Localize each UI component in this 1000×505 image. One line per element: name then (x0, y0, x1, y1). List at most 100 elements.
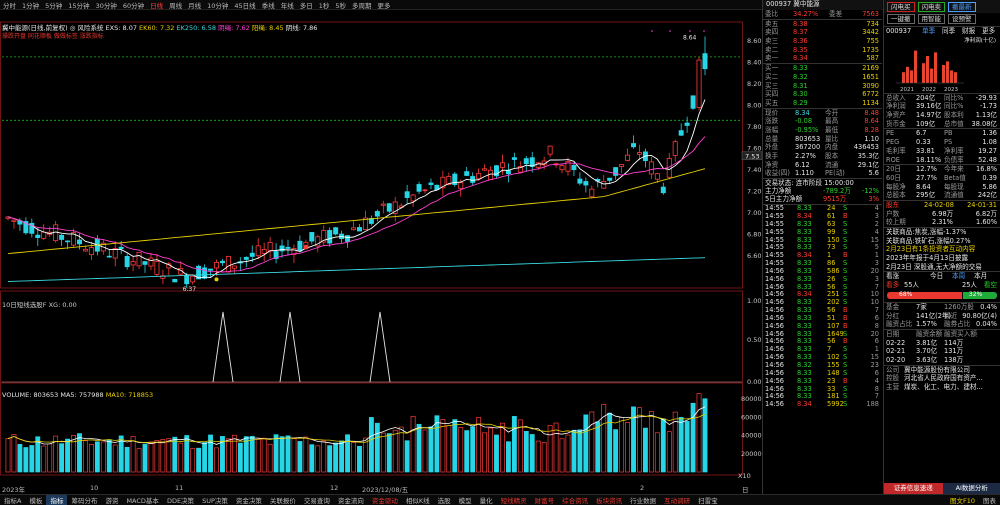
volume-bar (94, 441, 100, 473)
volume-bar (446, 425, 452, 473)
module-tab-8[interactable]: 短线精灵 (497, 495, 531, 505)
module-tab-1[interactable]: 交易查询 (300, 495, 334, 505)
volume-bar (148, 441, 154, 473)
chart-button[interactable]: 图表 (979, 495, 1000, 505)
ai-analysis-button[interactable]: AI数据分析 (942, 483, 1000, 494)
kline-chart-svg[interactable]: 8.60 8.40 8.20 8.00 7.80 7.60 7.40 7.20 7.00 6.80… (0, 10, 763, 492)
stat-row-c1: 8.34 (795, 108, 810, 117)
volume-bar (130, 436, 136, 473)
f10-button[interactable]: 图文F10 (946, 495, 979, 505)
module-tab-5[interactable]: 选股 (434, 495, 455, 505)
indicator-tab-2[interactable]: 指标 (46, 495, 68, 505)
val-row: ROE 18.11% 负债率 52.48 (884, 156, 1000, 165)
vote-week[interactable]: 本周 (952, 272, 965, 281)
volume-bar (309, 444, 315, 473)
news-item[interactable]: 2月23日 深股通,无大净额的交易 (884, 263, 1000, 272)
fin-row: 净资产 14.97亿 股本利 1.13亿 (884, 111, 1000, 120)
bid-row: 买一 8.33 2169 (763, 64, 882, 73)
volume-bar (142, 443, 148, 473)
candle-body (136, 252, 142, 267)
module-tab-14[interactable]: 扫雷宝 (694, 495, 722, 505)
module-tab-10[interactable]: 综合资讯 (558, 495, 592, 505)
period-tab-5[interactable]: 60分钟 (120, 0, 147, 10)
period-tab-9[interactable]: 10分钟 (204, 0, 231, 10)
volume-bar (577, 429, 583, 473)
indicator-tab-5[interactable]: MACD基本 (122, 495, 162, 505)
period-tab-13[interactable]: 多日 (297, 0, 316, 10)
kline-chart-area[interactable]: 8.60 8.40 8.20 8.00 7.80 7.60 7.40 7.20 7.00 6.80… (0, 10, 763, 504)
flash-sell-button[interactable]: 闪电卖 (917, 2, 945, 12)
news-item[interactable]: 2月23日有1条投资者互动内容 (884, 245, 1000, 254)
perf-row-c3: 242亿 (977, 191, 997, 200)
smart-button[interactable]: 用智能 (917, 14, 945, 24)
perf-row-c0: 20日 (886, 165, 901, 174)
stat-row-c2: 股本 (825, 152, 839, 160)
indicator-tab-6[interactable]: DDE决策 (163, 495, 198, 505)
holders-count-2: 6.82万 (975, 209, 997, 218)
news-item[interactable]: 2023年年报于4月13日披露 (884, 254, 1000, 263)
news-item[interactable]: 关联商品:焦炭,涨幅-1.37% (884, 228, 1000, 237)
indicator-tab-1[interactable]: 模板 (25, 495, 46, 505)
period-tab-14[interactable]: 1秒 (316, 0, 333, 10)
val-row-c1: 0.33 (916, 138, 931, 147)
company-row: 主营 煤炭、化工、电力、建材... (884, 383, 1000, 392)
fund-row: 分红 141亿(2年) 最近 90.80亿(4) (884, 312, 1000, 321)
bid-row-c2: 2169 (862, 64, 879, 73)
volume-bar (291, 438, 297, 473)
ask-row-c2: 1735 (862, 45, 879, 54)
volume-bar (267, 443, 273, 473)
period-tab-7[interactable]: 周线 (166, 0, 185, 10)
candle-body (59, 234, 65, 240)
period-tab-17[interactable]: 更多 (374, 0, 393, 10)
period-tab-12[interactable]: 年线 (278, 0, 297, 10)
period-tab-6[interactable]: 日线 (147, 0, 166, 10)
module-tab-7[interactable]: 量化 (476, 495, 497, 505)
period-tab-4[interactable]: 30分钟 (93, 0, 120, 10)
bottom-tabs: 证券信息速递 AI数据分析 (884, 483, 1000, 494)
fin-row-c2: 股本利 (944, 111, 964, 120)
period-tab-10[interactable]: 45日线 (231, 0, 258, 10)
period-tab-3[interactable]: 15分钟 (65, 0, 92, 10)
valuation-list: PE 6.7 PB 1.36 PEG 0.33 PS 1.08 毛利率 33.81 净利率 19.27… (884, 128, 1000, 164)
indicator-tab-8[interactable]: 资金决策 (232, 495, 266, 505)
module-tab-12[interactable]: 行业数据 (626, 495, 660, 505)
volume-bar (392, 429, 398, 473)
fund-row-c2: 最近 (944, 311, 958, 320)
period-tab-2[interactable]: 5分钟 (42, 0, 65, 10)
val-row: PE 6.7 PB 1.36 (884, 129, 1000, 138)
period-tab-0[interactable]: 分时 (0, 0, 19, 10)
volume-bar (488, 427, 493, 473)
module-tab-9[interactable]: 财富号 (531, 495, 559, 505)
flash-buy-button[interactable]: 闪电买 (887, 2, 915, 12)
alert-button[interactable]: 设预警 (948, 14, 976, 24)
vote-today[interactable]: 今日 (930, 272, 943, 281)
module-tab-6[interactable]: 模型 (455, 495, 476, 505)
period-tab-16[interactable]: 多周期 (349, 0, 375, 10)
module-tab-13[interactable]: 互动调研 (660, 495, 694, 505)
module-tab-4[interactable]: 相似K线 (402, 495, 434, 505)
period-tab-1[interactable]: 1分钟 (19, 0, 42, 10)
volume-bar (541, 442, 547, 473)
tick-row-c3: S (843, 400, 848, 409)
indicator-tab-0[interactable]: 指标A (0, 495, 25, 505)
one-click-cancel-button[interactable]: 一键撤 (887, 14, 915, 24)
fin-row-c0: 净资产 (886, 111, 906, 120)
volume-tick: 80000 (741, 395, 762, 403)
module-tab-2[interactable]: 资金流向 (334, 495, 368, 505)
cancel-latest-button[interactable]: 撤最新 (948, 2, 976, 12)
tick-list[interactable]: 14:55 8.33 24 S 4 14:55 8.34 61 B 3 14:55 8.33 63 S 2 1… (763, 204, 882, 409)
period-tab-15[interactable]: 5秒 (332, 0, 349, 10)
news-express-button[interactable]: 证券信息速递 (884, 483, 943, 494)
period-tab-8[interactable]: 月线 (185, 0, 204, 10)
indicator-tab-3[interactable]: 筹码分布 (67, 495, 101, 505)
module-tab-3[interactable]: 资金驱动 (368, 495, 402, 505)
indicator-tab-4[interactable]: 游资 (101, 495, 122, 505)
period-tab-11[interactable]: 季线 (259, 0, 278, 10)
module-tab-11[interactable]: 板块资讯 (592, 495, 626, 505)
stat-row-c1: 803653 (795, 134, 821, 143)
signal-spike (212, 311, 234, 383)
vote-month[interactable]: 本月 (974, 272, 987, 281)
fin-row-c3: 1.13亿 (975, 111, 997, 120)
indicator-tab-7[interactable]: SUP决策 (198, 495, 232, 505)
module-tab-0[interactable]: 关联报价 (266, 495, 300, 505)
